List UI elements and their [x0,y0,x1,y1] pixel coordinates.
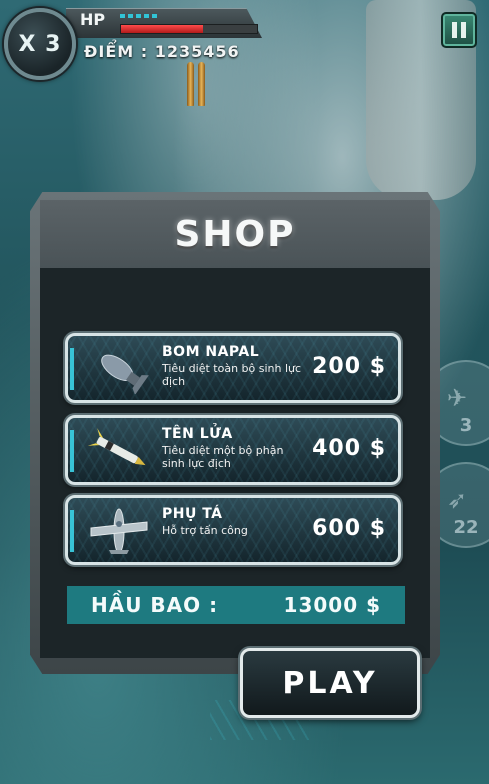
score-text: ĐIỂM : 1235456 [84,42,240,61]
item-name: TÊN LỬA [162,426,233,442]
missile-count: 22 [453,517,479,538]
item-description: Tiêu diệt toàn bộ sinh lực địch [162,362,302,388]
item-description: Tiêu diệt một bộ phận sinh lực địch [162,444,284,470]
shop-item-napalm[interactable]: BOM NAPAL Tiêu diệt toàn bộ sinh lực địc… [65,333,401,403]
wallet-bar: HẦU BAO : 13000 $ [67,586,405,624]
hp-bar [120,24,258,34]
item-name: PHỤ TÁ [162,506,223,522]
hp-bar-fill [121,25,203,33]
shop-title: SHOP [174,213,296,255]
bullets-icon [185,62,209,106]
pause-icon [452,22,457,38]
wallet-label: HẦU BAO : [91,593,219,617]
bomb-icon [84,342,154,396]
plane-icon [84,504,154,558]
item-price: 200 $ [312,354,386,379]
missile-icon [84,424,154,478]
shop-header: SHOP [40,200,430,268]
item-price: 600 $ [312,516,386,541]
play-label: PLAY [282,665,378,701]
missile-icon: ➶ [447,486,468,514]
shop-item-missile[interactable]: TÊN LỬA Tiêu diệt một bộ phận sinh lực đ… [65,415,401,485]
pause-button[interactable] [441,12,477,48]
item-price: 400 $ [312,436,386,461]
lives-count: X 3 [18,31,62,57]
item-description: Hỗ trợ tấn công [162,524,248,537]
plane-icon: ✈ [447,384,468,412]
item-name: BOM NAPAL [162,344,260,360]
hp-dots [120,14,160,18]
lives-badge: X 3 [4,8,76,80]
play-button[interactable]: PLAY [240,648,420,718]
hp-label: HP [80,10,106,29]
shop-item-wingman[interactable]: PHỤ TÁ Hỗ trợ tấn công 600 $ [65,495,401,565]
wallet-value: 13000 $ [283,593,381,617]
plane-support-count: 3 [459,415,473,436]
